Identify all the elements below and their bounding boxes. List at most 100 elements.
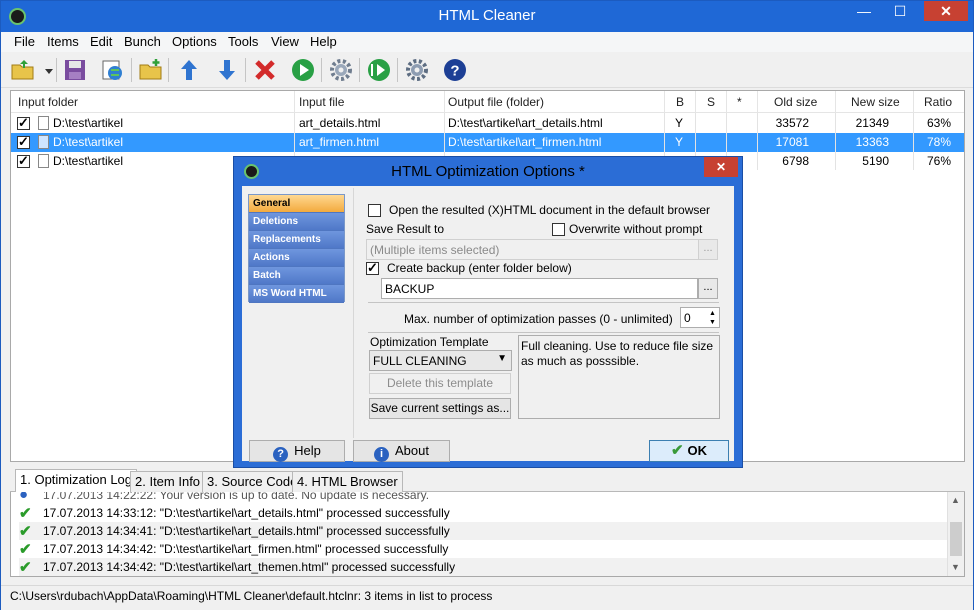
row-checkbox[interactable] [17,115,30,131]
tab-source-code[interactable]: 3. Source Code [202,471,303,492]
open-browser-checkbox[interactable] [368,204,381,217]
run-icon[interactable] [289,56,317,84]
nav-general[interactable]: General [249,195,344,213]
dialog-title: HTML Optimization Options * [391,163,585,180]
tab-item-info[interactable]: 2. Item Info [130,471,206,492]
optimization-log[interactable]: ● 17.07.2013 14:22:22: Your version is up… [10,492,965,577]
status-text: C:\Users\rdubach\AppData\Roaming\HTML Cl… [10,589,493,603]
move-up-icon[interactable] [175,56,203,84]
maximize-button[interactable]: ☐ [887,1,913,21]
nav-replacements[interactable]: Replacements [249,231,344,249]
add-web-icon[interactable] [99,56,127,84]
log-line: ✔ 17.07.2013 14:34:41: "D:\test\artikel\a… [19,522,949,540]
menu-bunch[interactable]: Bunch [124,34,161,49]
options-dialog: HTML Optimization Options * ✕ General De… [233,156,743,468]
col-star[interactable]: * [737,95,742,109]
save-icon[interactable] [61,56,89,84]
nav-ms-word-html[interactable]: MS Word HTML [249,285,344,303]
backup-browse-button[interactable]: ... [698,278,718,299]
save-result-browse-button[interactable]: ... [698,239,718,260]
nav-deletions[interactable]: Deletions [249,213,344,231]
menu-file[interactable]: File [14,34,35,49]
about-button[interactable]: i About [353,440,450,462]
dialog-close-button[interactable]: ✕ [704,157,738,177]
create-backup-label: Create backup (enter folder below) [387,261,572,275]
passes-spinner[interactable]: 0 ▲ ▼ [680,307,720,328]
log-line: ✔ 17.07.2013 14:34:42: "D:\test\artikel\a… [19,558,949,576]
menu-tools[interactable]: Tools [228,34,258,49]
menu-bar: File Items Edit Bunch Options Tools View… [1,32,973,52]
nav-actions[interactable]: Actions [249,249,344,267]
menu-items[interactable]: Items [47,34,79,49]
bunch-settings-icon[interactable] [403,56,431,84]
log-line: ✔ 17.07.2013 14:34:42: "D:\test\artikel\a… [19,541,449,558]
col-input-file[interactable]: Input file [299,95,344,109]
row-checkbox[interactable] [17,153,30,169]
toolbar: ? [1,52,973,88]
create-backup-checkbox[interactable] [366,260,379,276]
minimize-button[interactable]: — [851,1,877,21]
title-bar: HTML Cleaner — ☐ ✕ [1,1,973,32]
menu-options[interactable]: Options [172,34,217,49]
overwrite-checkbox[interactable] [552,223,565,236]
add-folder-icon[interactable] [137,56,165,84]
document-icon [38,154,49,168]
col-s[interactable]: S [707,95,715,109]
scroll-thumb[interactable] [950,522,962,556]
template-select[interactable]: FULL CLEANING ▼ [369,350,512,371]
col-output-file[interactable]: Output file (folder) [448,95,544,109]
log-scrollbar[interactable]: ▲ ▼ [947,492,964,576]
close-button[interactable]: ✕ [924,1,968,21]
ok-button[interactable]: ✔ OK [649,440,729,462]
table-row[interactable]: D:\test\artikel art_details.html D:\test… [11,114,964,133]
status-bar: C:\Users\rdubach\AppData\Roaming\HTML Cl… [1,585,973,610]
log-line: ✔ 17.07.2013 14:33:12: "D:\test\artikel\a… [19,505,450,522]
remove-icon[interactable] [251,56,279,84]
overwrite-label: Overwrite without prompt [569,222,703,236]
template-label: Optimization Template [370,335,489,349]
scroll-up-icon[interactable]: ▲ [951,495,960,505]
spin-up-icon[interactable]: ▲ [706,309,719,318]
general-pane: Open the resulted (X)HTML document in th… [353,188,726,438]
document-icon [38,116,49,130]
save-settings-button[interactable]: Save current settings as... [369,398,511,419]
nav-batch[interactable]: Batch [249,267,344,285]
check-icon: ✔ [19,505,32,522]
template-description: Full cleaning. Use to reduce file size a… [518,335,720,419]
bottom-tabs: 1. Optimization Log 2. Item Info 3. Sour… [10,469,965,493]
open-browser-label: Open the resulted (X)HTML document in th… [389,203,711,217]
col-old-size[interactable]: Old size [774,95,817,109]
move-down-icon[interactable] [213,56,241,84]
passes-label: Max. number of optimization passes (0 - … [404,312,673,326]
delete-template-button[interactable]: Delete this template [369,373,511,394]
open-dropdown-icon[interactable] [35,56,53,84]
tab-html-browser[interactable]: 4. HTML Browser [292,471,403,492]
log-line: ● 17.07.2013 14:22:22: Your version is up… [19,492,429,504]
tab-optimization-log[interactable]: 1. Optimization Log [15,469,138,493]
help-icon[interactable]: ? [441,56,469,84]
check-icon: ✔ [19,523,32,540]
help-button[interactable]: ? Help [249,440,345,462]
table-row[interactable]: D:\test\artikel art_firmen.html D:\test\… [11,133,964,152]
scroll-down-icon[interactable]: ▼ [951,562,960,572]
col-ratio[interactable]: Ratio [924,95,952,109]
menu-view[interactable]: View [271,34,299,49]
col-new-size[interactable]: New size [851,95,900,109]
check-icon: ✔ [19,541,32,558]
check-icon: ✔ [670,442,684,459]
save-result-field[interactable]: (Multiple items selected) [366,239,699,260]
col-input-folder[interactable]: Input folder [18,95,78,109]
row-checkbox[interactable] [17,134,30,150]
menu-help[interactable]: Help [310,34,337,49]
spin-down-icon[interactable]: ▼ [706,318,719,327]
document-icon [38,135,49,149]
run-all-icon[interactable] [365,56,393,84]
help-icon: ? [273,447,289,462]
save-result-label: Save Result to [366,222,445,236]
col-b[interactable]: B [676,95,684,109]
backup-folder-field[interactable]: BACKUP [381,278,698,299]
chevron-down-icon: ▼ [497,353,507,364]
settings-icon[interactable] [327,56,355,84]
open-folder-icon[interactable] [9,56,37,84]
menu-edit[interactable]: Edit [90,34,112,49]
